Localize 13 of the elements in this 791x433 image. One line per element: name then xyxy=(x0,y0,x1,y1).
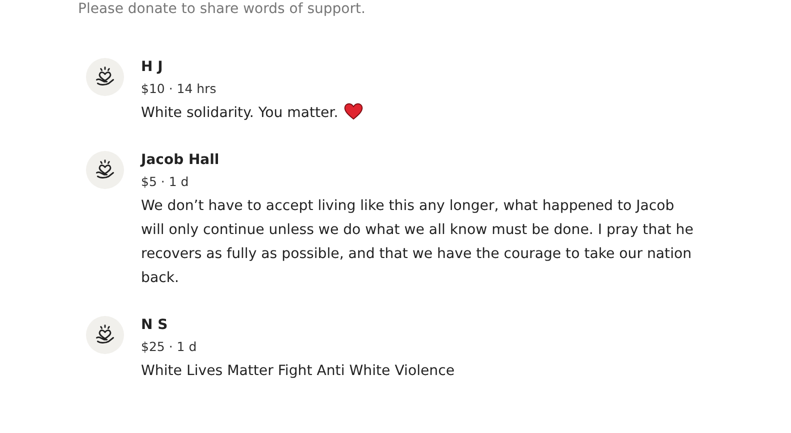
donor-name: N S xyxy=(141,316,169,334)
donation-meta: $25 · 1 d xyxy=(141,338,198,356)
donation-message: White Lives Matter Fight Anti White Violence xyxy=(141,363,455,379)
donation-message: We don’t have to accept living like this any longer, what happened to Jacob will only continue unless we do what we all know must be done. I pray that he recovers as fully as possible, and that we have the courage to take our nation back. xyxy=(141,198,694,286)
intro-text: Please donate to share words of support. xyxy=(78,0,366,18)
hand-heart-icon xyxy=(94,66,116,88)
hand-heart-icon xyxy=(94,324,116,346)
donor-name: Jacob Hall xyxy=(141,151,220,169)
donation-message: White solidarity. You matter. xyxy=(141,105,338,121)
donor-name: H J xyxy=(141,58,164,76)
hand-heart-icon xyxy=(94,159,116,181)
donation-meta: $10 · 14 hrs xyxy=(141,80,218,98)
donation-meta: $5 · 1 d xyxy=(141,173,190,191)
